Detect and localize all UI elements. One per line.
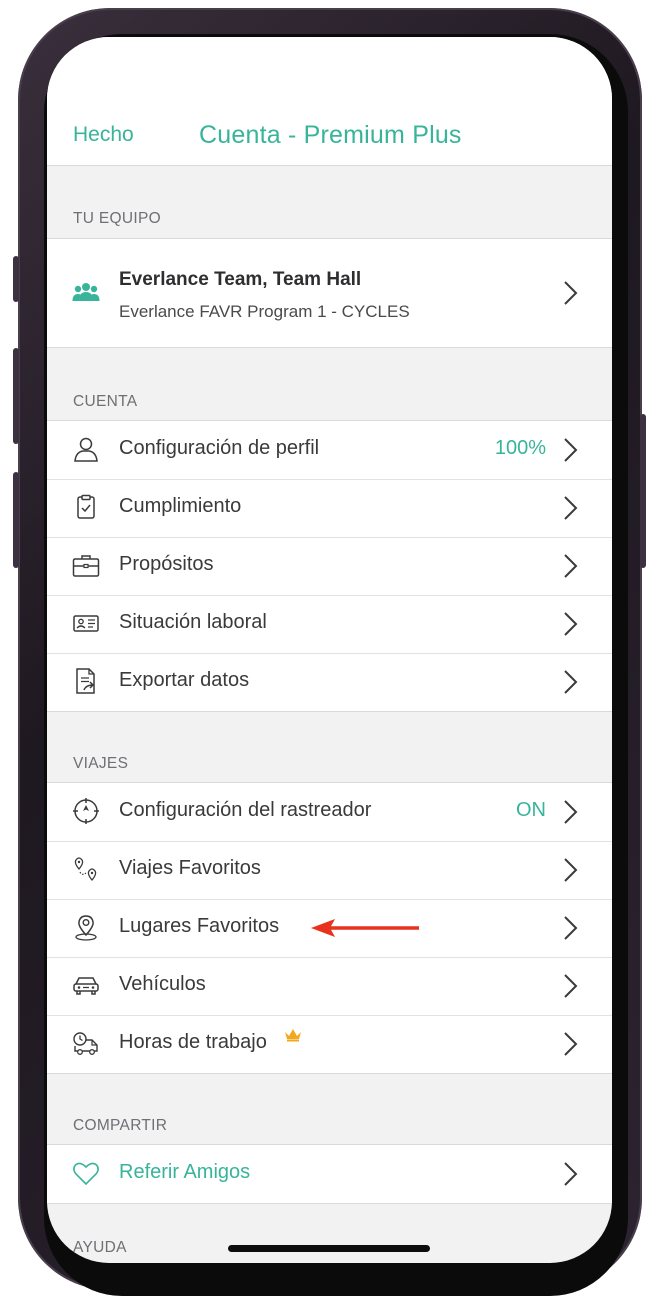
team-group: Everlance Team, Team Hall Everlance FAVR… [47, 238, 612, 348]
favorite-trips-row[interactable]: Viajes Favoritos [47, 841, 612, 899]
heart-icon [72, 1159, 100, 1187]
profile-completion-value: 100% [494, 437, 546, 459]
profile-settings-row[interactable]: Configuración de perfil 100% [47, 421, 612, 479]
briefcase-icon [72, 551, 100, 579]
route-pins-icon [72, 855, 100, 883]
volume-down-button [13, 472, 19, 568]
chevron-right-icon [563, 857, 579, 883]
share-group: Referir Amigos [47, 1144, 612, 1204]
volume-up-button [13, 348, 19, 444]
team-people-icon [72, 281, 100, 305]
clipboard-check-icon [72, 493, 100, 521]
tracker-settings-row[interactable]: Configuración del rastreador ON [47, 783, 612, 841]
section-header-account: CUENTA [73, 393, 138, 410]
section-header-team: TU EQUIPO [73, 210, 161, 227]
chevron-right-icon [563, 1161, 579, 1187]
silent-switch [13, 256, 19, 302]
crown-icon [284, 1028, 302, 1042]
team-row[interactable]: Everlance Team, Team Hall Everlance FAVR… [47, 239, 612, 347]
chevron-right-icon [563, 915, 579, 941]
chevron-right-icon [563, 799, 579, 825]
purposes-row[interactable]: Propósitos [47, 537, 612, 595]
chevron-right-icon [563, 553, 579, 579]
person-icon [72, 435, 100, 463]
tracker-crosshair-icon [72, 797, 100, 825]
row-label: Exportar datos [119, 669, 250, 691]
navigation-bar: Hecho Cuenta - Premium Plus [47, 37, 612, 166]
row-label: Lugares Favoritos [119, 915, 280, 937]
working-hours-row[interactable]: Horas de trabajo [47, 1015, 612, 1073]
section-header-help: AYUDA [73, 1239, 127, 1256]
team-name: Everlance Team, Team Hall [119, 269, 362, 290]
chevron-right-icon [563, 280, 579, 306]
export-data-row[interactable]: Exportar datos [47, 653, 612, 711]
truck-clock-icon [72, 1029, 100, 1057]
refer-friends-row[interactable]: Referir Amigos [47, 1145, 612, 1203]
compliance-row[interactable]: Cumplimiento [47, 479, 612, 537]
employment-status-row[interactable]: Situación laboral [47, 595, 612, 653]
chevron-right-icon [563, 611, 579, 637]
location-pin-icon [72, 913, 100, 941]
row-label: Cumplimiento [119, 495, 242, 517]
chevron-right-icon [563, 437, 579, 463]
vehicles-row[interactable]: Vehículos [47, 957, 612, 1015]
row-label: Horas de trabajo [119, 1031, 267, 1053]
power-button [640, 414, 646, 568]
chevron-right-icon [563, 1031, 579, 1057]
chevron-right-icon [563, 669, 579, 695]
row-label: Configuración de perfil [119, 437, 320, 459]
home-indicator[interactable] [228, 1245, 430, 1252]
row-label: Viajes Favoritos [119, 857, 261, 879]
row-label: Propósitos [119, 553, 214, 575]
chevron-right-icon [563, 973, 579, 999]
row-label: Referir Amigos [119, 1161, 251, 1183]
row-label: Configuración del rastreador [119, 799, 372, 821]
section-header-share: COMPARTIR [73, 1117, 168, 1134]
car-icon [72, 971, 100, 999]
export-document-icon [72, 667, 100, 695]
done-button[interactable]: Hecho [73, 123, 134, 147]
tracker-status-value: ON [516, 799, 546, 821]
app-screen: Hecho Cuenta - Premium Plus TU EQUIPO Ev… [47, 37, 612, 1263]
page-title: Cuenta - Premium Plus [199, 121, 462, 149]
account-group: Configuración de perfil 100% Cumplimient… [47, 420, 612, 712]
row-label: Situación laboral [119, 611, 267, 633]
id-card-icon [72, 609, 100, 637]
team-program: Everlance FAVR Program 1 - CYCLES [119, 302, 410, 321]
row-label: Vehículos [119, 973, 206, 995]
section-header-trips: VIAJES [73, 755, 129, 772]
annotation-arrow [309, 917, 421, 939]
chevron-right-icon [563, 495, 579, 521]
